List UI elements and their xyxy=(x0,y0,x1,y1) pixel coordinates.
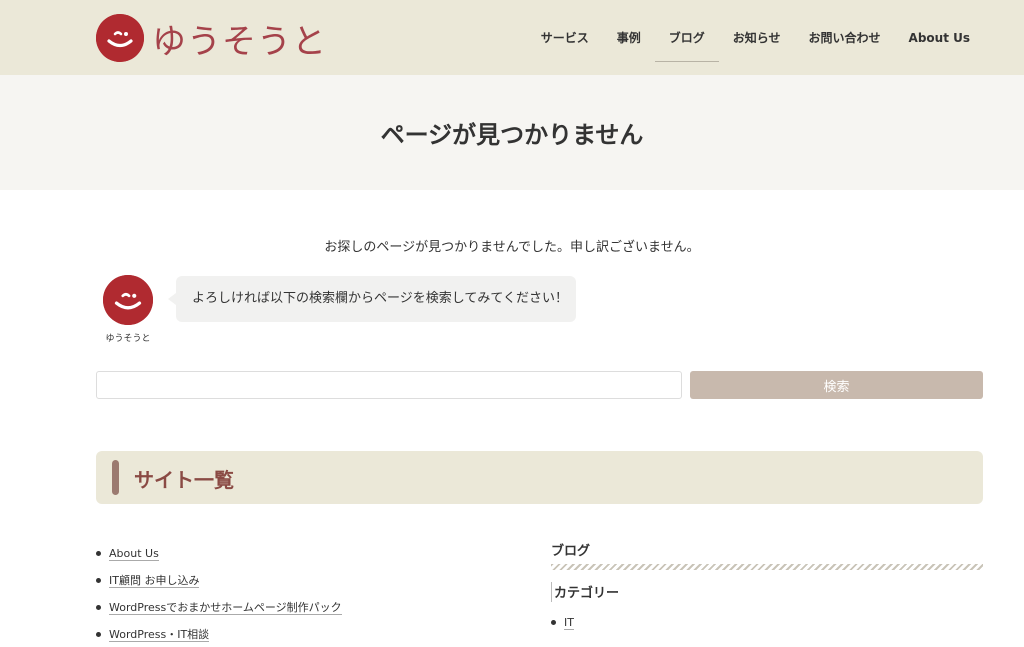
site-logo[interactable]: ゆうそうと xyxy=(96,14,327,62)
nav-item-contact[interactable]: お問い合わせ xyxy=(795,18,895,58)
search-input[interactable] xyxy=(96,371,682,399)
category-list: IT xyxy=(551,614,983,636)
nav-item-news[interactable]: お知らせ xyxy=(719,18,795,58)
speech-bubble: よろしければ以下の検索欄からページを検索してみてください！ xyxy=(168,276,576,322)
blog-heading: ブログ xyxy=(551,544,591,559)
category-link[interactable]: IT xyxy=(564,616,574,630)
page-title-band: ページが見つかりません xyxy=(0,75,1024,190)
list-item[interactable]: WordPress・IT相談 xyxy=(96,626,516,647)
category-heading: カテゴリー xyxy=(551,582,983,602)
list-item[interactable]: IT顧問 お申し込み xyxy=(96,572,516,599)
nav-item-blog[interactable]: ブログ xyxy=(654,18,719,62)
speaker: ゆうそうと xyxy=(100,275,156,344)
heading-divider xyxy=(551,564,983,570)
logo-face-icon xyxy=(96,14,144,62)
page-link[interactable]: About Us xyxy=(109,547,159,561)
not-found-message: お探しのページが見つかりませんでした。申し訳ございません。 xyxy=(324,240,700,255)
site-header: ゆうそうと サービス 事例 ブログ お知らせ お問い合わせ About Us xyxy=(0,0,1024,75)
nav-item-cases[interactable]: 事例 xyxy=(603,18,655,58)
page-link[interactable]: WordPressでおまかせホームページ制作パック xyxy=(109,601,342,615)
list-item[interactable]: IT xyxy=(551,614,983,636)
main-nav: サービス 事例 ブログ お知らせ お問い合わせ About Us xyxy=(527,0,984,75)
sitemap-blog-column: ブログ カテゴリー IT xyxy=(551,540,983,636)
nav-item-about[interactable]: About Us xyxy=(895,18,984,58)
page-title: ページが見つかりません xyxy=(380,121,644,149)
list-item[interactable]: WordPressでおまかせホームページ制作パック xyxy=(96,599,516,626)
sitemap-heading: サイト一覧 xyxy=(96,451,983,504)
nav-item-service[interactable]: サービス xyxy=(527,18,603,58)
page-link[interactable]: IT顧問 お申し込み xyxy=(109,574,200,588)
logo-text: ゆうそうと xyxy=(152,21,327,62)
sitemap-page-list: About Us IT顧問 お申し込み WordPressでおまかせホームページ… xyxy=(96,545,516,647)
search-button[interactable]: 検索 xyxy=(690,371,983,399)
sitemap-title: サイト一覧 xyxy=(134,468,234,492)
list-item[interactable]: About Us xyxy=(96,545,516,572)
speaker-name: ゆうそうと xyxy=(105,334,151,344)
avatar-face-icon xyxy=(103,275,153,325)
page-link[interactable]: WordPress・IT相談 xyxy=(109,628,210,642)
heading-accent-bar xyxy=(112,460,119,495)
